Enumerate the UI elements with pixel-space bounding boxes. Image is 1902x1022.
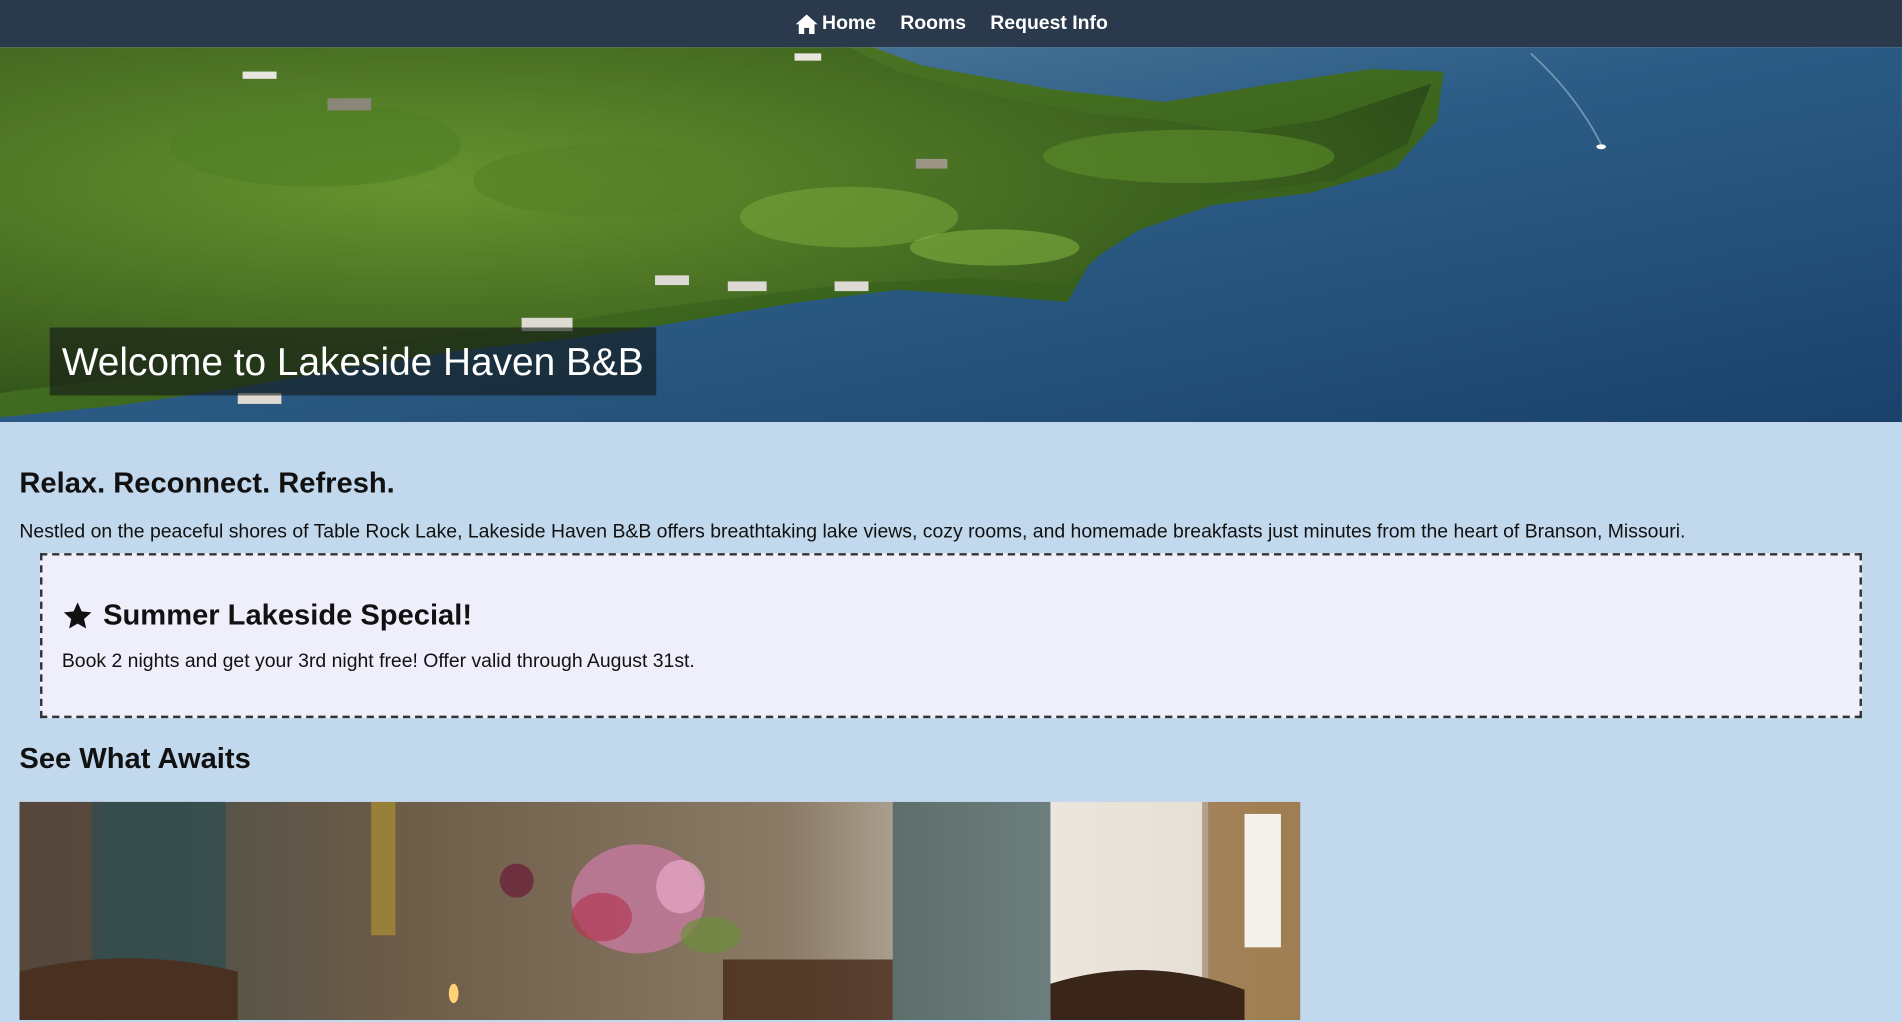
gallery-dining-photo	[19, 801, 1301, 1021]
gallery-heading: See What Awaits	[19, 742, 251, 776]
special-offer-box: Summer Lakeside Special! Book 2 nights a…	[40, 553, 1862, 719]
star-icon	[63, 602, 92, 629]
nav-request-info-link[interactable]: Request Info	[978, 13, 1120, 35]
top-nav: Home Rooms Request Info	[0, 0, 1902, 48]
intro-heading: Relax. Reconnect. Refresh.	[19, 467, 395, 500]
special-offer-text: Book 2 nights and get your 3rd night fre…	[61, 651, 695, 673]
intro-text: Nestled on the peaceful shores of Table …	[19, 521, 1686, 543]
hero-banner: Welcome to Lakeside Haven B&B	[0, 47, 1902, 423]
nav-home-link[interactable]: Home	[782, 13, 888, 35]
main-content: Relax. Reconnect. Refresh. Nestled on th…	[0, 422, 1902, 1021]
nav-rooms-link[interactable]: Rooms	[888, 13, 978, 35]
special-offer-title: Summer Lakeside Special!	[103, 599, 473, 632]
nav-home-label: Home	[822, 12, 876, 34]
dining-room-image	[19, 801, 1301, 1021]
home-icon	[795, 13, 818, 34]
page: Home Rooms Request Info Welcome to Lakes…	[0, 0, 1902, 1022]
special-offer-heading: Summer Lakeside Special!	[62, 556, 1840, 634]
hero-title: Welcome to Lakeside Haven B&B	[49, 327, 656, 396]
